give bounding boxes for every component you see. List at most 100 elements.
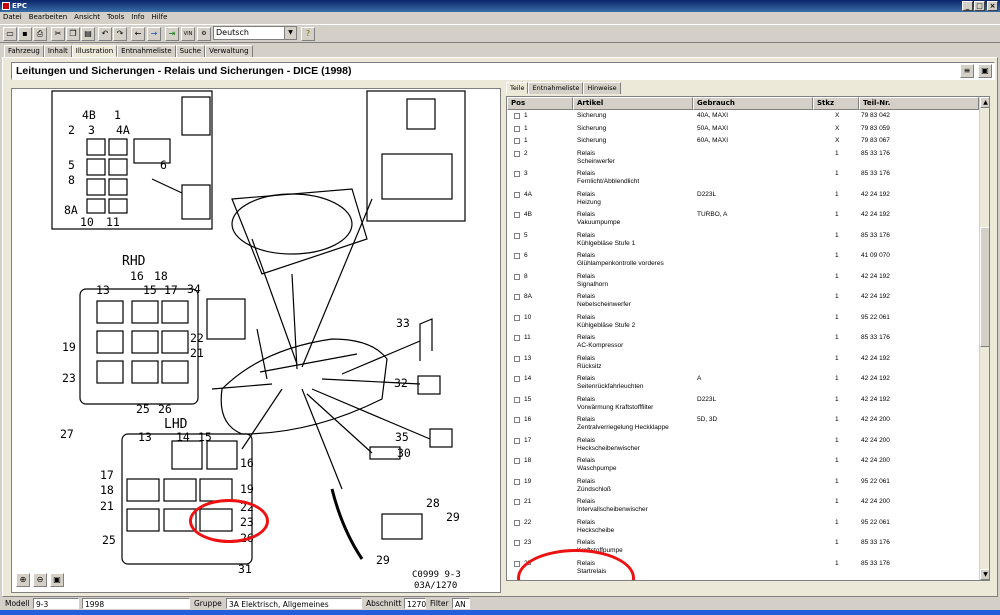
scroll-thumb[interactable] — [980, 227, 989, 347]
table-row[interactable]: 3 Relais Fernlicht/Abblendlicht 1 85 33 176 — [507, 169, 979, 190]
table-row[interactable]: 13 Relais Rücksitz 1 42 24 192 — [507, 354, 979, 375]
scroll-up-icon[interactable]: ▲ — [980, 97, 989, 108]
row-checkbox[interactable] — [514, 355, 520, 362]
illustration-panel[interactable]: 1 2 3 4B 4A 5 6 8 8A 10 11 RHD 16 18 13 … — [11, 88, 501, 593]
row-checkbox[interactable] — [514, 138, 520, 144]
table-row[interactable]: 11 Relais AC-Kompressor 1 85 33 176 — [507, 333, 979, 354]
paste-icon[interactable]: ▤ — [81, 27, 95, 41]
tab-suche[interactable]: Suche — [175, 45, 206, 57]
table-row[interactable]: 8 Relais Signalhorn 1 42 24 192 — [507, 272, 979, 293]
new-icon[interactable]: ▭ — [3, 27, 17, 41]
row-checkbox[interactable] — [514, 499, 520, 505]
row-checkbox[interactable] — [514, 125, 520, 132]
zoom-out-icon[interactable]: ⊖ — [33, 573, 47, 587]
language-select[interactable]: Deutsch ▼ — [213, 26, 297, 40]
tab-teile[interactable]: Teile — [506, 82, 529, 94]
minimize-button[interactable]: _ — [962, 1, 973, 11]
row-checkbox[interactable] — [514, 396, 520, 403]
vertical-scrollbar[interactable]: ▲ ▼ — [979, 97, 989, 580]
settings-icon[interactable]: ⚙ — [197, 27, 211, 41]
row-checkbox[interactable] — [514, 150, 520, 157]
table-row[interactable]: 22 Relais Heckscheibe 1 95 22 061 — [507, 518, 979, 539]
tab-illustration[interactable]: Illustration — [71, 45, 118, 57]
table-row[interactable]: 4B Relais Vakuumpumpe TURBO, A 1 42 24 192 — [507, 210, 979, 231]
row-checkbox[interactable] — [514, 113, 520, 119]
zoom-in-icon[interactable]: ⊕ — [16, 573, 30, 587]
table-row[interactable]: 21 Relais Intervallscheibenwischer 1 42 24 2… — [507, 497, 979, 518]
row-checkbox[interactable] — [514, 171, 520, 177]
menu-ansicht[interactable]: Ansicht — [74, 12, 100, 23]
tab-fahrzeug[interactable]: Fahrzeug — [4, 45, 44, 57]
print-icon[interactable]: ⎙ — [33, 27, 47, 41]
table-row[interactable]: 1 Sicherung 60A, MAXI X 79 83 067 — [507, 136, 979, 149]
row-checkbox[interactable] — [514, 519, 520, 526]
col-artikel[interactable]: Artikel — [573, 97, 693, 110]
col-teil-nr[interactable]: Teil-Nr. — [859, 97, 979, 110]
table-row[interactable]: 15 Relais Vorwärmung Kraftstofffilter D223L… — [507, 395, 979, 416]
row-checkbox[interactable] — [514, 253, 520, 259]
row-checkbox[interactable] — [514, 540, 520, 546]
row-checkbox[interactable] — [514, 417, 520, 423]
menu-info[interactable]: Info — [131, 12, 144, 23]
table-row[interactable]: 2 Relais Scheinwerfer 1 85 33 176 — [507, 149, 979, 170]
window-icon[interactable]: ▣ — [978, 64, 992, 78]
scroll-down-icon[interactable]: ▼ — [980, 569, 989, 580]
close-button[interactable]: × — [987, 1, 998, 11]
undo-icon[interactable]: ↶ — [98, 27, 112, 41]
row-checkbox[interactable] — [514, 232, 520, 239]
cell-gebrauch: D223L — [697, 190, 717, 198]
exit-icon[interactable]: ⇥ — [165, 27, 179, 41]
vin-button[interactable]: VIN — [181, 27, 195, 41]
table-row[interactable]: 8A Relais Nebelscheinwerfer 1 42 24 192 — [507, 292, 979, 313]
row-checkbox[interactable] — [514, 212, 520, 218]
table-row[interactable]: 4A Relais Heizung D223L 1 42 24 192 — [507, 190, 979, 211]
copy-icon[interactable]: ❐ — [66, 27, 80, 41]
row-checkbox[interactable] — [514, 191, 520, 198]
row-checkbox[interactable] — [514, 437, 520, 444]
menu-bearbeiten[interactable]: Bearbeiten — [29, 12, 67, 23]
table-row[interactable]: 18 Relais Waschpumpe 1 42 24 200 — [507, 456, 979, 477]
row-checkbox[interactable] — [514, 478, 520, 485]
row-checkbox[interactable] — [514, 273, 520, 280]
row-checkbox[interactable] — [514, 335, 520, 341]
col-gebrauch[interactable]: Gebrauch — [693, 97, 813, 110]
table-row[interactable]: 1 Sicherung 50A, MAXI X 79 83 059 — [507, 124, 979, 137]
table-row[interactable]: 10 Relais Kühlgebläse Stufe 2 1 95 22 061 — [507, 313, 979, 334]
table-row[interactable]: 6 Relais Glühlampenkontrolle vorderes 1 41 0… — [507, 251, 979, 272]
menu-datei[interactable]: Datei — [3, 12, 22, 23]
cell-teil-nr: 42 24 192 — [861, 395, 890, 403]
help-bulb-icon[interactable]: ? — [301, 27, 315, 41]
table-row[interactable]: 5 Relais Kühlgebläse Stufe 1 1 85 33 176 — [507, 231, 979, 252]
tab-entnahmeliste[interactable]: Entnahmeliste — [117, 45, 176, 57]
row-checkbox[interactable] — [514, 458, 520, 464]
chevron-down-icon[interactable]: ▼ — [284, 27, 296, 39]
menu-hilfe[interactable]: Hilfe — [152, 12, 168, 23]
row-checkbox[interactable] — [514, 314, 520, 321]
cell-artikel-desc: Heizung — [577, 198, 601, 206]
forward-arrow-icon[interactable]: → — [147, 27, 161, 41]
menu-tools[interactable]: Tools — [107, 12, 124, 23]
tab-hinweise[interactable]: Hinweise — [583, 82, 621, 94]
row-checkbox[interactable] — [514, 376, 520, 382]
back-arrow-icon[interactable]: ← — [131, 27, 145, 41]
tab-inhalt[interactable]: Inhalt — [43, 45, 72, 57]
tab-verwaltung[interactable]: Verwaltung — [205, 45, 253, 57]
col-pos[interactable]: Pos — [507, 97, 573, 110]
list-view-icon[interactable]: ≡ — [960, 64, 974, 78]
redo-icon[interactable]: ↷ — [113, 27, 127, 41]
table-row[interactable]: 19 Relais Zündschloß 1 95 22 061 — [507, 477, 979, 498]
maximize-button[interactable]: □ — [974, 1, 985, 11]
table-row[interactable]: 16 Relais Zentralverriegelung Heckklappe 5D… — [507, 415, 979, 436]
cut-icon[interactable]: ✂ — [51, 27, 65, 41]
fit-page-icon[interactable]: ▣ — [50, 573, 64, 587]
table-row[interactable]: 1 Sicherung 40A, MAXI X 79 83 042 — [507, 111, 979, 124]
cell-stkz: 1 — [835, 559, 839, 567]
row-checkbox[interactable] — [514, 560, 520, 567]
table-row[interactable]: 17 Relais Heckscheibenwischer 1 42 24 200 — [507, 436, 979, 457]
tab-entnahmeliste-right[interactable]: Entnahmeliste — [528, 82, 584, 94]
cell-artikel-desc: Vakuumpumpe — [577, 219, 621, 226]
col-stkz[interactable]: Stkz — [813, 97, 859, 110]
table-row[interactable]: 14 Relais Seitenrückfahrleuchten A 1 42 24 19… — [507, 374, 979, 395]
save-icon[interactable]: ▪ — [18, 27, 32, 41]
row-checkbox[interactable] — [514, 294, 520, 300]
